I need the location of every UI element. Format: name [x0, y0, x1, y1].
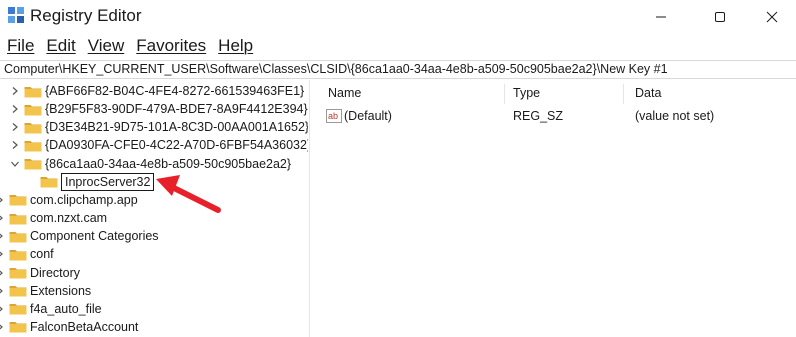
chevron-right-icon[interactable] [10, 140, 20, 150]
chevron-right-icon[interactable] [10, 104, 20, 114]
folder-icon [9, 195, 27, 206]
title-bar: Registry Editor [0, 0, 796, 34]
chevron-down-icon[interactable] [10, 159, 20, 169]
chevron-right-icon[interactable] [10, 86, 20, 96]
chevron-right-icon[interactable] [0, 304, 5, 314]
tree-item-label: {ABF66F82-B04C-4FE4-8272-661539463FE1} [45, 84, 305, 98]
folder-icon [24, 159, 42, 170]
tree-item-label: Component Categories [30, 229, 159, 244]
tree-item[interactable]: Directory [0, 264, 80, 282]
chevron-right-icon[interactable] [0, 268, 5, 278]
folder-icon [24, 104, 42, 116]
menu-file[interactable]: File [0, 36, 40, 56]
menu-view[interactable]: View [82, 36, 131, 56]
folder-icon [40, 177, 58, 188]
maximize-icon [715, 12, 725, 22]
tree-item-label: com.nzxt.cam [30, 211, 108, 226]
maximize-button[interactable] [696, 0, 744, 34]
minimize-icon [656, 16, 666, 18]
folder-icon [9, 286, 27, 297]
column-divider[interactable] [504, 84, 505, 104]
folder-icon [9, 268, 27, 279]
tree-item-label: com.clipchamp.app [30, 192, 138, 207]
tree-item[interactable]: FalconBetaAccount [0, 318, 138, 336]
close-button[interactable] [748, 0, 796, 34]
values-pane: Name Type Data ab (Default) REG_SZ (valu… [316, 80, 796, 337]
column-header-data[interactable]: Data [635, 80, 661, 106]
pane-splitter[interactable] [309, 80, 310, 337]
rename-key-field[interactable]: InprocServer32 [61, 172, 155, 191]
svg-text:ab: ab [328, 111, 338, 121]
tree-item[interactable]: {B29F5F83-90DF-479A-BDE7-8A9F4412E394} [10, 100, 308, 118]
tree-item[interactable]: {DA0930FA-CFE0-4C22-A70D-6FBF54A36032} [10, 136, 308, 154]
menu-bar: File Edit View Favorites Help [0, 34, 796, 58]
folder-icon [9, 231, 27, 243]
tree-item-label: Directory [30, 265, 81, 280]
registry-editor-icon [8, 7, 24, 23]
chevron-right-icon[interactable] [0, 213, 5, 223]
tree-item[interactable]: {D3E34B21-9D75-101A-8C3D-00AA001A1652} [10, 118, 308, 136]
folder-icon [9, 249, 27, 261]
menu-edit[interactable]: Edit [40, 36, 81, 56]
tree-item-label: {86ca1aa0-34aa-4e8b-a509-50c905bae2a2} [45, 156, 292, 171]
tree-item-label: f4a_auto_file [30, 301, 102, 316]
tree-item[interactable]: conf [0, 245, 54, 263]
column-divider[interactable] [623, 84, 624, 104]
chevron-right-icon[interactable] [10, 122, 20, 132]
value-data: (value not set) [635, 109, 715, 123]
tree-item-label: {DA0930FA-CFE0-4C22-A70D-6FBF54A36032} [45, 138, 308, 153]
chevron-right-icon[interactable] [0, 286, 5, 296]
value-name: (Default) [344, 109, 392, 123]
tree-item[interactable]: Extensions [0, 282, 91, 300]
column-header-name[interactable]: Name [328, 80, 361, 106]
folder-icon [9, 213, 27, 225]
menu-favorites[interactable]: Favorites [130, 36, 212, 56]
tree-item-label: FalconBetaAccount [30, 319, 139, 334]
close-icon [766, 11, 778, 23]
tree-item[interactable]: f4a_auto_file [0, 300, 102, 318]
tree-item[interactable]: {ABF66F82-B04C-4FE4-8272-661539463FE1} [10, 82, 304, 100]
address-bar[interactable]: Computer\HKEY_CURRENT_USER\Software\Clas… [0, 60, 796, 79]
minimize-button[interactable] [637, 0, 685, 34]
reg-string-icon: ab [326, 109, 342, 123]
folder-icon [24, 86, 42, 97]
chevron-right-icon[interactable] [0, 231, 5, 241]
tree-item-label: Extensions [30, 283, 92, 298]
tree-item[interactable]: com.clipchamp.app [0, 191, 138, 209]
chevron-right-icon[interactable] [0, 195, 5, 205]
tree-item-label: {D3E34B21-9D75-101A-8C3D-00AA001A1652} [45, 120, 308, 135]
tree-item-label: conf [30, 247, 54, 262]
folder-icon [9, 304, 27, 315]
value-name-cell: ab (Default) [326, 107, 392, 125]
column-header-type[interactable]: Type [513, 80, 540, 106]
tree-item[interactable]: com.nzxt.cam [0, 209, 107, 227]
tree-item-editing[interactable]: InprocServer32 [26, 172, 155, 191]
folder-icon [9, 322, 27, 333]
folder-icon [24, 140, 42, 152]
red-arrow-annotation [156, 175, 221, 213]
menu-help[interactable]: Help [212, 36, 259, 56]
value-type: REG_SZ [513, 109, 564, 123]
chevron-right-icon[interactable] [0, 322, 5, 332]
folder-icon [24, 122, 42, 134]
window-title: Registry Editor [30, 6, 142, 25]
tree-item[interactable]: Component Categories [0, 227, 159, 245]
chevron-right-icon[interactable] [0, 249, 5, 259]
tree-item-label: {B29F5F83-90DF-479A-BDE7-8A9F4412E394} [45, 102, 308, 117]
